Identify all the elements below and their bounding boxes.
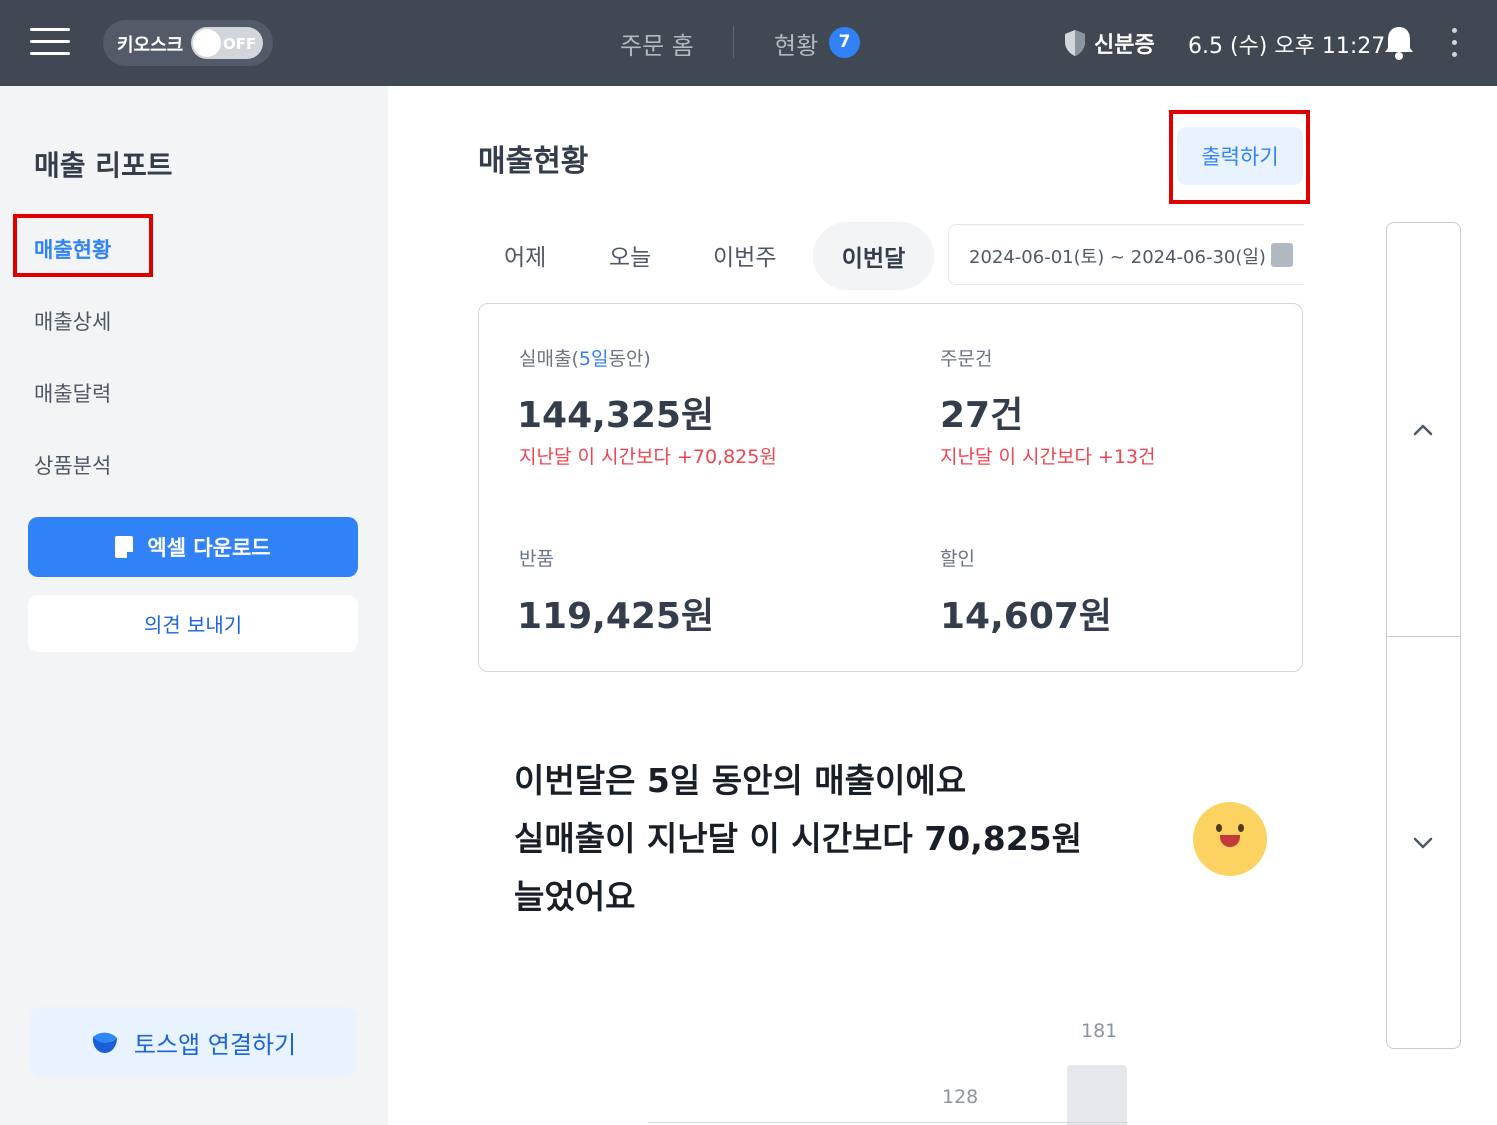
returns-label: 반품 (519, 548, 554, 570)
orders-value: 27건 (940, 395, 1024, 436)
summary-line: 실매출이 지난달 이 시간보다 70,825원 (514, 819, 1082, 858)
chevron-up-icon (1413, 424, 1433, 436)
net-sales-delta: 지난달 이 시간보다 +70,825원 (519, 446, 777, 468)
sidebar-item-sales-detail[interactable]: 매출상세 (34, 306, 111, 336)
kiosk-toggle[interactable]: OFF (191, 27, 263, 59)
summary-line: 늘었어요 (514, 877, 636, 916)
chart-bar (1067, 1065, 1127, 1125)
discount-label: 할인 (940, 548, 975, 570)
page-title: 매출현황 (478, 144, 589, 179)
toss-connect-button[interactable]: 토스앱 연결하기 (30, 1007, 356, 1077)
summary-line: 이번달은 5일 동안의 매출이에요 (514, 761, 967, 800)
more-icon[interactable] (1446, 28, 1462, 58)
net-sales-value: 144,325원 (517, 395, 715, 436)
chart-value-label: 181 (1081, 1020, 1118, 1042)
nav-divider (733, 26, 734, 58)
sidebar-title: 매출 리포트 (34, 149, 173, 182)
shield-icon (1065, 30, 1085, 56)
sidebar-item-sales-status[interactable]: 매출현황 (34, 234, 111, 264)
chevron-down-icon (1413, 837, 1433, 849)
excel-download-label: 엑셀 다운로드 (147, 536, 271, 560)
tab-this-month[interactable]: 이번달 (813, 222, 934, 290)
sidebar: 매출 리포트 매출현황 매출상세 매출달력 상품분석 엑셀 다운로드 의견 보내… (0, 86, 388, 1125)
scroll-down-button[interactable] (1387, 637, 1460, 1050)
excel-download-button[interactable]: 엑셀 다운로드 (28, 517, 358, 577)
scroll-panel (1386, 222, 1461, 1049)
smile-emoji-icon (1193, 802, 1267, 876)
feedback-label: 의견 보내기 (143, 613, 243, 637)
toggle-knob (193, 29, 221, 57)
discount-value: 14,607원 (940, 596, 1113, 637)
id-card-label[interactable]: 신분증 (1094, 27, 1155, 59)
bell-icon[interactable] (1383, 25, 1415, 61)
orders-label: 주문건 (940, 348, 993, 370)
tab-yesterday[interactable]: 어제 (504, 238, 546, 272)
sales-summary: 이번달은 5일 동안의 매출이에요 실매출이 지난달 이 시간보다 70,825… (514, 752, 1154, 926)
chart-baseline (648, 1122, 1128, 1123)
kiosk-label: 키오스크 (117, 35, 184, 56)
returns-value: 119,425원 (517, 596, 715, 637)
top-bar: 키오스크 OFF 주문 홈 현황 7 신분증 6.5 (수) 오후 11:27 (0, 0, 1497, 86)
nav-order-home[interactable]: 주문 홈 (620, 26, 694, 61)
toss-connect-label: 토스앱 연결하기 (133, 1030, 297, 1059)
scroll-up-button[interactable] (1387, 223, 1460, 636)
stats-card: 실매출(5일동안) 144,325원 지난달 이 시간보다 +70,825원 주… (478, 303, 1303, 672)
date-range-text: 2024-06-01(토) ~ 2024-06-30(일) (969, 247, 1266, 268)
sidebar-item-product-analysis[interactable]: 상품분석 (34, 450, 111, 480)
print-button[interactable]: 출력하기 (1177, 127, 1303, 185)
nav-status[interactable]: 현황 (774, 26, 818, 61)
toggle-state: OFF (223, 35, 257, 53)
orders-delta: 지난달 이 시간보다 +13건 (940, 446, 1156, 468)
menu-icon[interactable] (30, 28, 70, 56)
date-range-picker[interactable]: 2024-06-01(토) ~ 2024-06-30(일) (948, 224, 1304, 285)
toss-logo-icon (92, 1032, 117, 1053)
tab-this-week[interactable]: 이번주 (713, 238, 776, 272)
tab-today[interactable]: 오늘 (609, 238, 651, 272)
net-sales-label: 실매출(5일동안) (519, 348, 651, 370)
document-icon (115, 536, 136, 560)
datetime: 6.5 (수) 오후 11:27 (1188, 34, 1386, 59)
sidebar-item-sales-calendar[interactable]: 매출달력 (34, 378, 111, 408)
calendar-icon (1271, 243, 1293, 267)
feedback-button[interactable]: 의견 보내기 (28, 595, 358, 652)
kiosk-toggle-pill[interactable]: 키오스크 OFF (103, 20, 273, 66)
chart-value-label: 128 (942, 1086, 979, 1108)
status-badge: 7 (829, 27, 860, 58)
